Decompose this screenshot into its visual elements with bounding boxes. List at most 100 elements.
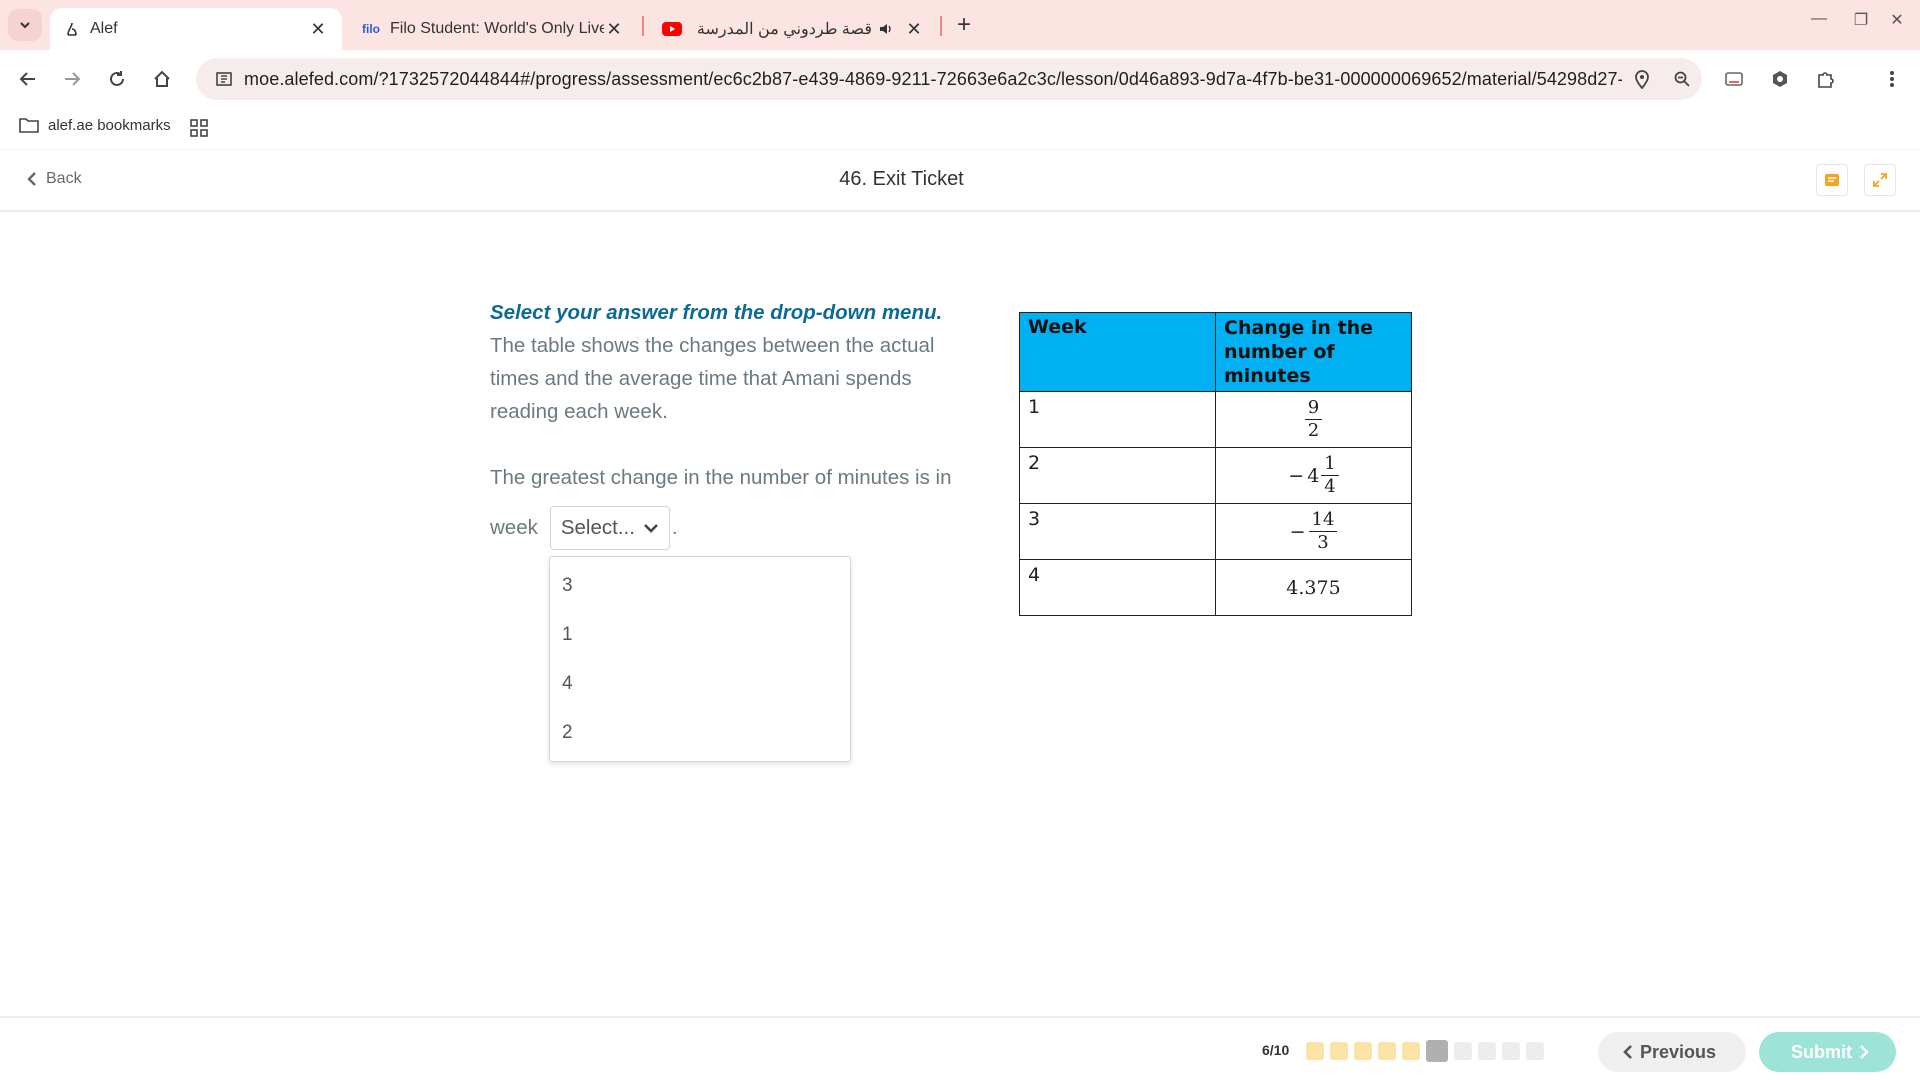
note-icon (1825, 174, 1839, 186)
previous-button[interactable]: Previous (1598, 1032, 1746, 1072)
numerator: 9 (1304, 397, 1323, 420)
address-bar[interactable]: moe.alefed.com/?1732572044844#/progress/… (196, 58, 1702, 100)
tab-divider (642, 16, 644, 36)
previous-label: Previous (1639, 1041, 1717, 1062)
progress-dot[interactable] (1454, 1042, 1472, 1060)
tab-filo[interactable]: filo Filo Student: World's Only Live I ✕ (348, 8, 638, 50)
progress-dot[interactable] (1330, 1042, 1348, 1060)
restore-icon[interactable]: ❐ (1844, 10, 1878, 30)
expand-icon (1873, 173, 1887, 187)
answer-select[interactable]: Select... (549, 506, 670, 550)
home-icon (154, 70, 170, 87)
progress-dot[interactable] (1502, 1042, 1520, 1060)
fullscreen-button[interactable] (1864, 164, 1896, 196)
progress-indicator (1306, 1040, 1544, 1062)
question-instruction: Select your answer from the drop-down me… (490, 301, 943, 324)
minutes-table: Week Change in the number of minutes 1 9… (1019, 312, 1412, 616)
bookmark-label: alef.ae bookmarks (48, 116, 171, 134)
assessment-footer: 6/10 Previous Submit (0, 1016, 1920, 1080)
chevron-right-icon (1860, 1045, 1869, 1059)
mixed-number: − 4 1 4 (1288, 453, 1339, 498)
progress-dot[interactable] (1426, 1040, 1448, 1062)
home-button[interactable] (146, 63, 178, 95)
numerator: 1 (1321, 453, 1339, 476)
sign: − (1289, 520, 1306, 543)
apps-grid-icon[interactable] (190, 119, 208, 142)
week-cell: 2 (1019, 447, 1216, 504)
change-cell: − 4 1 4 (1215, 447, 1412, 504)
dropdown-option[interactable]: 2 (550, 708, 850, 757)
change-cell: − 14 3 (1215, 503, 1412, 560)
arrow-right-icon (65, 72, 81, 86)
back-nav-button[interactable] (12, 63, 44, 95)
notes-button[interactable] (1816, 164, 1848, 196)
change-cell: 9 2 (1215, 391, 1412, 448)
denominator: 2 (1307, 420, 1320, 441)
bookmarks-bar: alef.ae bookmarks (0, 108, 1920, 150)
select-value: Select... (560, 516, 635, 539)
tab-alef[interactable]: Alef ✕ (50, 8, 342, 50)
week-cell: 4 (1019, 559, 1216, 616)
answer-line: week Select... . (490, 506, 678, 550)
speaker-icon[interactable] (878, 21, 894, 37)
tab-divider (940, 16, 942, 36)
progress-dot[interactable] (1402, 1042, 1420, 1060)
table-row: 3 − 14 3 (1019, 503, 1412, 560)
minimize-icon[interactable]: — (1802, 10, 1836, 28)
progress-dot[interactable] (1478, 1042, 1496, 1060)
progress-dot[interactable] (1354, 1042, 1372, 1060)
submit-label: Submit (1791, 1041, 1852, 1062)
close-tab-icon[interactable]: ✕ (604, 19, 624, 40)
browser-tabstrip: Alef ✕ filo Filo Student: World's Only L… (0, 0, 1920, 50)
lesson-header: Back 46. Exit Ticket (0, 150, 1920, 212)
change-cell: 4.375 (1215, 559, 1412, 616)
numerator: 14 (1308, 509, 1338, 532)
site-info-icon[interactable] (204, 70, 244, 88)
tab-youtube[interactable]: قصة طردوني من المدرسة في ال ✕ (648, 8, 938, 50)
arrow-left-icon (19, 72, 35, 86)
question-text-block: Select your answer from the drop-down me… (490, 296, 970, 494)
question-prompt: The greatest change in the number of min… (490, 466, 952, 489)
forward-nav-button[interactable] (56, 63, 88, 95)
close-window-icon[interactable]: ✕ (1880, 10, 1914, 30)
extensions-puzzle-icon[interactable] (1810, 63, 1842, 95)
url-text: moe.alefed.com/?1732572044844#/progress/… (244, 68, 1622, 89)
folder-icon (19, 118, 39, 133)
tab-title: قصة طردوني من المدرسة في ال (692, 21, 872, 38)
bookmark-folder[interactable]: alef.ae bookmarks (18, 116, 171, 134)
close-tab-icon[interactable]: ✕ (904, 19, 924, 40)
location-icon[interactable] (1622, 69, 1662, 89)
dropdown-option[interactable]: 1 (550, 610, 850, 659)
progress-dot[interactable] (1378, 1042, 1396, 1060)
week-cell: 1 (1019, 391, 1216, 448)
column-header-week: Week (1019, 312, 1216, 392)
reload-icon (110, 71, 124, 86)
youtube-icon (662, 22, 682, 36)
progress-count: 6/10 (1262, 1042, 1290, 1058)
extension-hexagon-icon[interactable] (1764, 63, 1796, 95)
table-header-row: Week Change in the number of minutes (1019, 312, 1412, 392)
submit-button[interactable]: Submit (1759, 1032, 1896, 1072)
week-cell: 3 (1019, 503, 1216, 560)
answer-suffix: . (671, 516, 678, 539)
reload-button[interactable] (101, 63, 133, 95)
sign: − (1288, 464, 1305, 487)
fraction: 9 2 (1304, 397, 1323, 442)
progress-dot[interactable] (1306, 1042, 1324, 1060)
dropdown-option[interactable]: 4 (550, 659, 850, 708)
kebab-menu-icon[interactable] (1876, 63, 1908, 95)
dropdown-option[interactable]: 3 (550, 561, 850, 610)
close-tab-icon[interactable]: ✕ (308, 19, 328, 40)
answer-dropdown-menu: 3 1 4 2 (549, 556, 851, 762)
filo-icon: filo (362, 22, 380, 36)
alef-icon (67, 22, 77, 36)
new-tab-button[interactable]: + (950, 12, 978, 40)
progress-dot[interactable] (1526, 1042, 1544, 1060)
cast-icon[interactable] (1718, 63, 1750, 95)
browser-toolbar: moe.alefed.com/?1732572044844#/progress/… (0, 50, 1920, 108)
column-header-change: Change in the number of minutes (1215, 312, 1412, 392)
denominator: 3 (1317, 532, 1329, 553)
denominator: 4 (1324, 476, 1336, 497)
zoom-icon[interactable] (1662, 70, 1702, 88)
tab-search-button[interactable] (8, 9, 42, 41)
